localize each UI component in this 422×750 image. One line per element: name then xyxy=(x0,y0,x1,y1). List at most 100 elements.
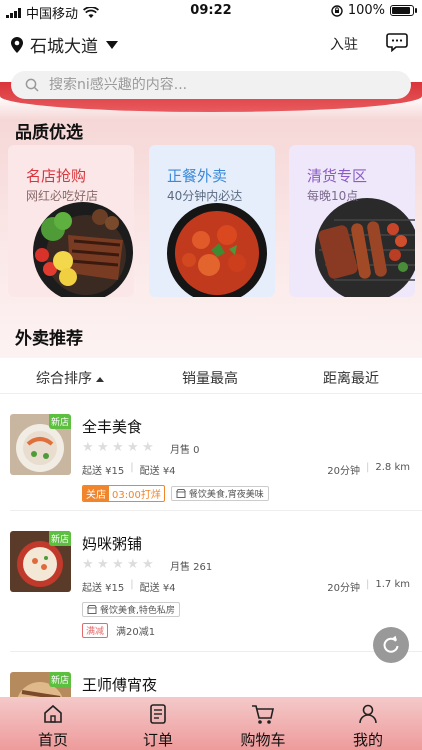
card-title: 名店抢购 xyxy=(26,167,87,185)
chat-icon xyxy=(386,33,408,53)
card-subtitle: 每晚10点 xyxy=(307,189,359,203)
separator: | xyxy=(130,579,134,590)
min-order: 起送 ¥15 xyxy=(82,466,125,477)
card-subtitle: 网红必吃好店 xyxy=(26,189,99,203)
user-icon xyxy=(359,704,377,724)
shop-item[interactable]: 新店 妈咪粥铺 ★ ★ ★ ★ ★ 月售 261 起送 ¥15 | 配送 ¥4 20分钟 | 1… xyxy=(0,531,422,649)
tab-label: 我的 xyxy=(352,731,383,749)
delivery-time: 20分钟 xyxy=(327,466,360,477)
message-button[interactable] xyxy=(386,32,408,56)
star-icon: ★ xyxy=(82,440,94,455)
shop-thumbnail: 新店 xyxy=(10,672,71,697)
rating-stars: ★ ★ ★ ★ ★ xyxy=(82,441,155,454)
sort-option-sales[interactable]: 销量最高 xyxy=(182,368,238,388)
separator: | xyxy=(366,462,370,473)
star-icon: ★ xyxy=(112,557,124,572)
fee-info: 起送 ¥15 | 配送 ¥4 xyxy=(82,462,176,477)
quality-cards: 名店抢购 网红必吃好店 正餐外卖 40分钟内必达 清货专区 每晚10点 xyxy=(8,145,422,297)
search-icon xyxy=(25,78,39,92)
shop-name: 全丰美食 xyxy=(82,418,143,436)
store-icon xyxy=(87,605,97,614)
distance: 1.7 km xyxy=(375,579,410,590)
refresh-button[interactable] xyxy=(373,627,409,663)
tab-orders[interactable]: 订单 xyxy=(128,703,188,750)
shop-name: 王师傅宵夜 xyxy=(82,676,158,694)
discount-text: 满20减1 xyxy=(116,627,156,638)
shop-thumbnail: 新店 xyxy=(10,531,71,592)
category-text: 餐饮美食,宵夜美味 xyxy=(188,490,264,500)
list-divider xyxy=(10,510,422,511)
shop-name: 妈咪粥铺 xyxy=(82,535,143,553)
shop-item[interactable]: 新店 王师傅宵夜 xyxy=(0,672,422,697)
star-icon: ★ xyxy=(112,440,124,455)
battery-fill xyxy=(392,7,410,14)
sort-option-label: 综合排序 xyxy=(36,371,92,387)
star-icon: ★ xyxy=(127,440,139,455)
top-nav: 石城大道 入驻 xyxy=(0,26,422,62)
card-regular-meal[interactable]: 正餐外卖 40分钟内必达 xyxy=(149,145,275,297)
card-clearance[interactable]: 清货专区 每晚10点 xyxy=(289,145,415,297)
search-input[interactable] xyxy=(49,77,369,93)
order-icon xyxy=(150,704,166,724)
star-icon: ★ xyxy=(97,440,109,455)
star-icon: ★ xyxy=(142,557,154,572)
tab-home[interactable]: 首页 xyxy=(23,703,83,750)
monthly-sales: 月售 261 xyxy=(170,562,213,573)
card-famous-shop[interactable]: 名店抢购 网红必吃好店 xyxy=(8,145,134,297)
tab-cart[interactable]: 购物车 xyxy=(233,703,293,750)
card-subtitle: 40分钟内必达 xyxy=(167,189,243,203)
battery-icon xyxy=(390,5,417,16)
distance-info: 20分钟 | 2.8 km xyxy=(327,462,410,477)
section-title-quality: 品质优选 xyxy=(15,123,83,143)
closing-status-tag: 关店 03:00打烊 xyxy=(82,485,165,502)
shop-tags: 关店 03:00打烊 餐饮美食,宵夜美味 xyxy=(82,485,269,502)
sort-option-default[interactable]: 综合排序 xyxy=(36,368,104,388)
distance-info: 20分钟 | 1.7 km xyxy=(327,579,410,594)
location-pin-icon xyxy=(11,36,23,53)
distance: 2.8 km xyxy=(375,462,410,473)
chevron-down-icon xyxy=(106,40,118,49)
refresh-icon xyxy=(383,635,399,653)
star-icon: ★ xyxy=(97,557,109,572)
rating-stars: ★ ★ ★ ★ ★ xyxy=(82,558,155,571)
shop-item[interactable]: 新店 全丰美食 ★ ★ ★ ★ ★ 月售 0 起送 ¥15 | 配送 ¥4 20分钟 | 2.8… xyxy=(0,414,422,510)
new-shop-badge: 新店 xyxy=(48,672,71,687)
status-time: 03:00打烊 xyxy=(112,490,161,501)
sort-up-icon xyxy=(96,376,104,382)
delivery-fee: 配送 ¥4 xyxy=(139,583,176,594)
star-icon: ★ xyxy=(142,440,154,455)
delivery-fee: 配送 ¥4 xyxy=(139,466,176,477)
new-shop-badge: 新店 xyxy=(48,414,71,429)
tab-label: 订单 xyxy=(142,731,173,749)
category-text: 餐饮美食,特色私房 xyxy=(100,606,175,616)
status-label: 关店 xyxy=(83,486,109,501)
card-title: 清货专区 xyxy=(307,167,368,185)
tab-profile[interactable]: 我的 xyxy=(338,703,398,750)
tab-label: 首页 xyxy=(37,731,68,749)
bottom-tab-bar: 首页 订单 购物车 我的 xyxy=(0,697,422,750)
shop-thumbnail: 新店 xyxy=(10,414,71,475)
tab-label: 购物车 xyxy=(240,731,286,749)
cart-icon xyxy=(252,705,274,724)
category-tag: 餐饮美食,宵夜美味 xyxy=(170,486,269,501)
min-order: 起送 ¥15 xyxy=(82,583,125,594)
sort-bar: 综合排序 销量最高 距离最近 xyxy=(0,358,422,394)
home-icon xyxy=(44,704,62,723)
store-icon xyxy=(175,489,186,498)
monthly-sales: 月售 0 xyxy=(170,445,200,456)
shop-tags: 餐饮美食,特色私房 xyxy=(82,602,180,617)
status-bar: 中国移动 09:22 100% xyxy=(0,0,422,22)
sort-option-distance[interactable]: 距离最近 xyxy=(323,368,379,388)
search-bar[interactable] xyxy=(11,71,411,99)
star-icon: ★ xyxy=(82,557,94,572)
list-divider xyxy=(10,651,422,652)
battery-percent: 100% xyxy=(347,3,385,18)
separator: | xyxy=(366,579,370,590)
delivery-time: 20分钟 xyxy=(327,583,360,594)
category-tag: 餐饮美食,特色私房 xyxy=(82,602,180,617)
orientation-lock-icon xyxy=(331,4,343,17)
card-title: 正餐外卖 xyxy=(167,167,228,185)
location-selector[interactable]: 石城大道 xyxy=(10,32,118,57)
section-title-takeout: 外卖推荐 xyxy=(15,329,83,349)
join-button[interactable]: 入驻 xyxy=(330,34,358,54)
